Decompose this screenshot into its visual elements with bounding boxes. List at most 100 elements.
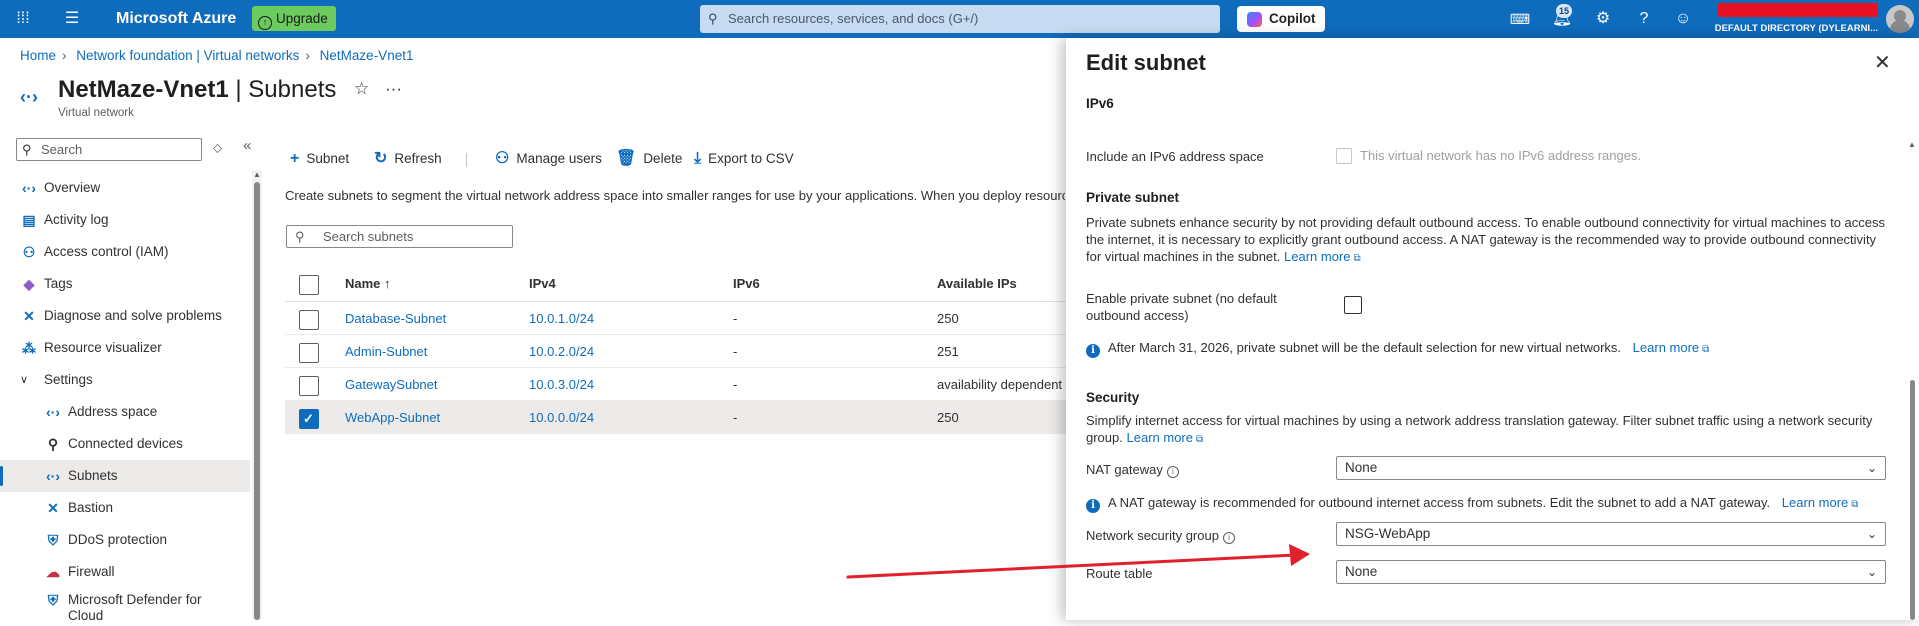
learn-more-link[interactable]: Learn more ⧉ <box>1127 430 1204 445</box>
chevron-down-icon: ⌄ <box>1866 527 1877 541</box>
subnet-name-link[interactable]: WebApp-Subnet <box>345 401 440 434</box>
more-options-icon[interactable]: ··· <box>385 79 402 99</box>
feedback-icon[interactable]: ☺ <box>1669 0 1697 38</box>
help-icon[interactable]: ? <box>1630 0 1658 38</box>
add-subnet-button[interactable]: + Subnet <box>290 148 349 170</box>
sidebar-item-microsoft-defender-for-cloud[interactable]: ⛨ Microsoft Defender for Cloud <box>0 588 250 626</box>
external-link-icon: ⧉ <box>1195 434 1204 445</box>
column-header-available-ips[interactable]: Available IPs <box>937 266 1017 302</box>
sidebar-item-subnets[interactable]: ‹·› Subnets <box>0 460 250 492</box>
table-row[interactable]: Database-Subnet 10.0.1.0/24 - 250 <box>285 302 1067 335</box>
chevron-down-icon: ∨ <box>20 374 29 386</box>
manage-users-button[interactable]: ⚇ Manage users <box>495 148 602 170</box>
app-launcher-icon[interactable]: ⁞⁞⁞ <box>9 0 37 38</box>
connected-devices-icon: ⚲ <box>47 436 59 452</box>
subnet-search-input[interactable]: ⚲ Search subnets <box>286 225 513 248</box>
upgrade-arrow-icon: ↑ <box>258 16 272 30</box>
route-table-dropdown[interactable]: None ⌄ <box>1336 560 1886 584</box>
sidebar-item-tags[interactable]: ◆ Tags <box>0 268 250 300</box>
nat-gateway-dropdown[interactable]: None ⌄ <box>1336 456 1886 480</box>
refresh-button[interactable]: ↻ Refresh <box>374 148 442 170</box>
nav-scrollbar[interactable]: ▲ <box>252 170 262 620</box>
sidebar-item-label: Microsoft Defender for <box>68 592 202 607</box>
copilot-button[interactable]: Copilot <box>1237 6 1325 32</box>
settings-gear-icon[interactable]: ⚙ <box>1589 0 1617 38</box>
external-link-icon: ⧉ <box>1353 253 1361 264</box>
ipv4-link[interactable]: 10.0.0.0/24 <box>529 401 594 434</box>
breadcrumb-virtual-networks[interactable]: Network foundation | Virtual networks <box>76 48 299 63</box>
visualizer-icon: ⁂ <box>22 340 36 356</box>
ipv4-link[interactable]: 10.0.1.0/24 <box>529 302 594 335</box>
export-csv-button[interactable]: ⤓ Export to CSV <box>694 148 794 170</box>
sidebar-item-label: Overview <box>44 180 101 195</box>
delete-button[interactable]: 🗑︎ Delete <box>616 148 682 170</box>
nsg-dropdown[interactable]: NSG-WebApp ⌄ <box>1336 522 1886 546</box>
sidebar-item-label: Connected devices <box>68 436 183 451</box>
column-header-ipv6[interactable]: IPv6 <box>733 266 760 302</box>
select-all-checkbox[interactable] <box>299 275 319 295</box>
expand-collapse-icon[interactable]: ⬦ <box>213 140 222 156</box>
sidebar-group-settings[interactable]: ∨ Settings <box>0 364 250 396</box>
sidebar-item-firewall[interactable]: ☁ Firewall <box>0 556 250 588</box>
collapse-menu-icon[interactable]: « <box>243 137 251 154</box>
hamburger-menu-icon[interactable]: ☰ <box>58 0 86 38</box>
brand-name[interactable]: Microsoft Azure <box>116 0 236 38</box>
delete-label: Delete <box>643 151 683 166</box>
subnet-name-link[interactable]: Admin-Subnet <box>345 335 427 368</box>
table-row[interactable]: WebApp-Subnet 10.0.0.0/24 - 250 <box>285 401 1067 435</box>
account-info[interactable]: DEFAULT DIRECTORY (DYLEARNI... <box>1715 3 1878 35</box>
table-row[interactable]: GatewaySubnet 10.0.3.0/24 - availability de… <box>285 368 1067 401</box>
iam-icon: ⚇ <box>22 244 36 260</box>
row-checkbox[interactable] <box>299 402 319 435</box>
learn-more-label: Learn more <box>1781 495 1849 510</box>
sidebar-item-overview[interactable]: ‹·› Overview <box>0 172 250 204</box>
sidebar-item-connected-devices[interactable]: ⚲ Connected devices <box>0 428 250 460</box>
global-search-input[interactable]: ⚲ Search resources, services, and docs (G… <box>700 5 1220 33</box>
redacted-username <box>1718 3 1878 17</box>
security-description: Simplify internet access for virtual mac… <box>1086 412 1894 448</box>
learn-more-link[interactable]: Learn more ⧉ <box>1633 340 1710 355</box>
nsg-label: Network security group i <box>1086 528 1235 544</box>
sidebar-item-activity-log[interactable]: ▤ Activity log <box>0 204 250 236</box>
column-header-name[interactable]: Name ↑ <box>345 266 391 302</box>
sidebar-item-label: Subnets <box>68 468 118 483</box>
row-checkbox[interactable] <box>299 376 319 396</box>
sidebar-group-label: Settings <box>44 372 93 387</box>
scroll-up-arrow-icon[interactable]: ▲ <box>1908 140 1916 149</box>
favorite-star-icon[interactable]: ☆ <box>354 79 369 99</box>
sidebar-item-ddos-protection[interactable]: ⛨ DDoS protection <box>0 524 250 556</box>
avatar[interactable] <box>1886 5 1914 33</box>
breadcrumb-home[interactable]: Home <box>20 48 56 63</box>
subnet-name-link[interactable]: GatewaySubnet <box>345 368 438 401</box>
row-checkbox[interactable] <box>299 310 319 330</box>
breadcrumb-vnet[interactable]: NetMaze-Vnet1 <box>320 48 414 63</box>
private-subnet-checkbox[interactable] <box>1344 296 1362 314</box>
subnet-name-link[interactable]: Database-Subnet <box>345 302 446 335</box>
cloud-shell-icon[interactable]: ⌨ <box>1506 0 1534 38</box>
sidebar-item-resource-visualizer[interactable]: ⁂ Resource visualizer <box>0 332 250 364</box>
sidebar-item-label: Firewall <box>68 564 115 579</box>
table-row[interactable]: Admin-Subnet 10.0.2.0/24 - 251 <box>285 335 1067 368</box>
panel-scrollbar[interactable]: ▲ <box>1906 104 1919 620</box>
learn-more-link[interactable]: Learn more ⧉ <box>1782 495 1859 510</box>
info-tooltip-icon[interactable]: i <box>1166 466 1179 478</box>
info-tooltip-icon[interactable]: i <box>1222 532 1235 544</box>
row-checkbox[interactable] <box>299 343 319 363</box>
manage-users-label: Manage users <box>516 151 602 166</box>
diagnose-icon: ✕ <box>23 308 35 324</box>
nav-search-input[interactable]: ⚲ Search <box>16 138 202 161</box>
scrollbar-thumb[interactable] <box>1910 380 1915 620</box>
sidebar-item-access-control-iam[interactable]: ⚇ Access control (IAM) <box>0 236 250 268</box>
sidebar-item-bastion[interactable]: ✕ Bastion <box>0 492 250 524</box>
route-table-value: None <box>1345 564 1378 579</box>
scrollbar-thumb[interactable] <box>254 182 260 620</box>
ipv4-link[interactable]: 10.0.2.0/24 <box>529 335 594 368</box>
sidebar-item-diagnose-and-solve-problems[interactable]: ✕ Diagnose and solve problems <box>0 300 250 332</box>
column-header-ipv4[interactable]: IPv4 <box>529 266 556 302</box>
close-icon[interactable]: ✕ <box>1874 50 1891 75</box>
learn-more-link[interactable]: Learn more ⧉ <box>1284 249 1361 264</box>
upgrade-button[interactable]: ↑ Upgrade <box>252 6 336 31</box>
ipv4-link[interactable]: 10.0.3.0/24 <box>529 368 594 401</box>
sidebar-item-address-space[interactable]: ‹·› Address space <box>0 396 250 428</box>
scroll-up-arrow-icon[interactable]: ▲ <box>253 170 261 179</box>
